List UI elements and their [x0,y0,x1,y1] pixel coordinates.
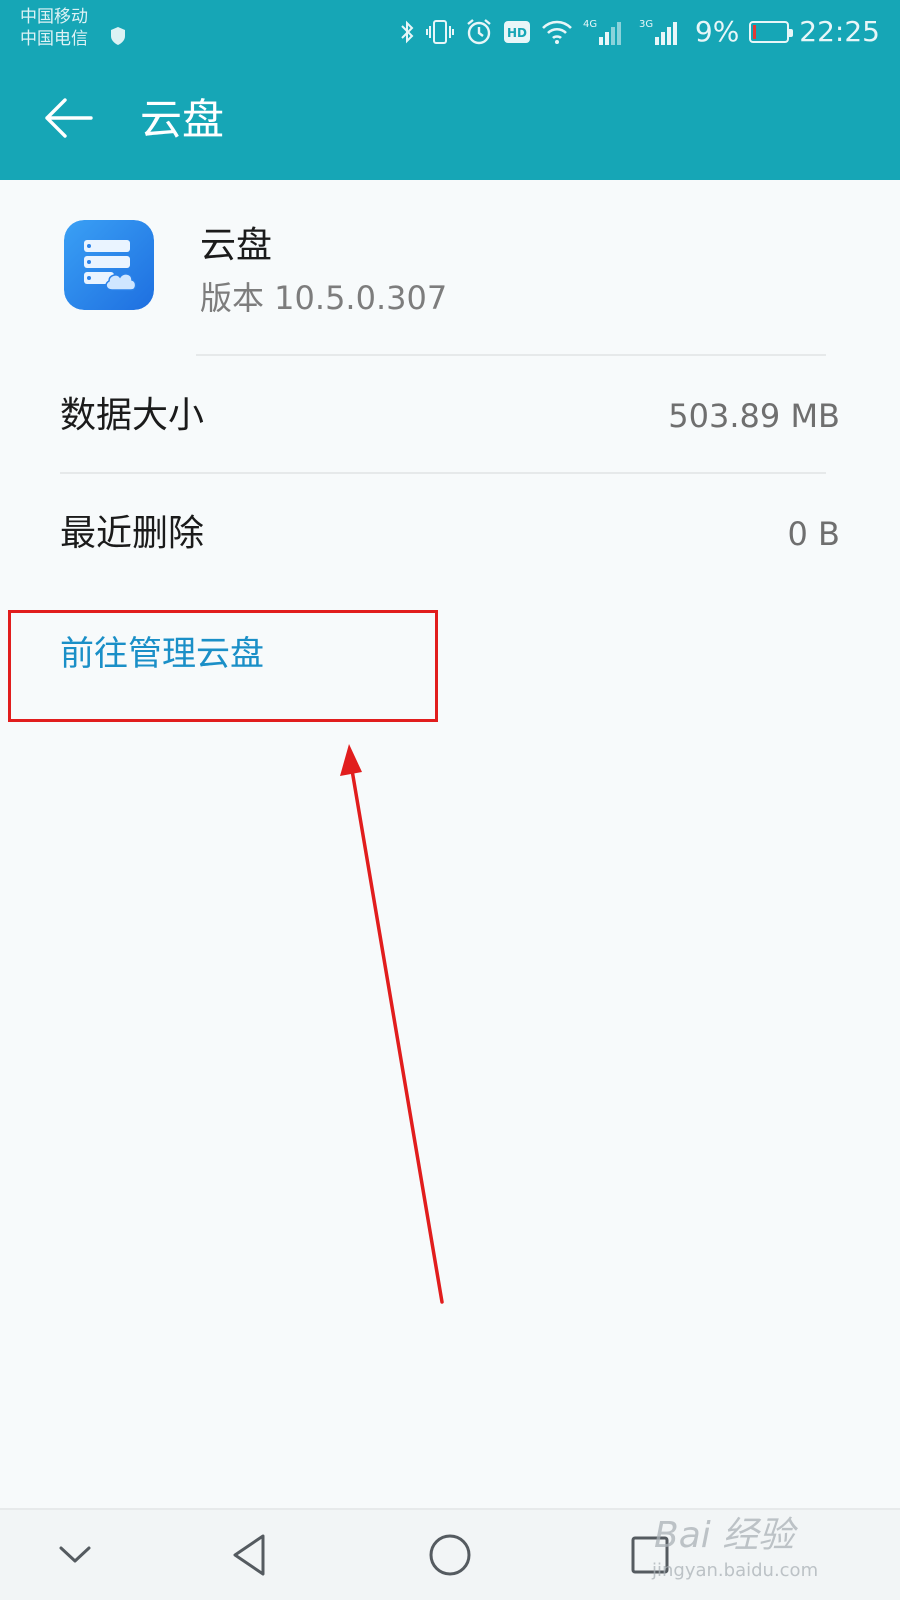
top-header: 中国移动 中国电信 HD 4G 3G 9% 22:25 云盘 [0,0,900,180]
nav-back-button[interactable] [214,1522,284,1592]
circle-home-icon [427,1532,473,1582]
square-recents-icon [629,1534,671,1580]
nav-home-button[interactable] [415,1522,485,1592]
app-info-card: 云盘 版本 10.5.0.307 [0,180,900,360]
battery-level-fill [753,25,757,39]
manage-cloud-drive-link[interactable]: 前往管理云盘 [60,630,264,678]
status-bar-right: HD 4G 3G 9% 22:25 [399,12,880,52]
status-bar-left: 中国移动 中国电信 [20,6,160,62]
system-navigation-bar [0,1508,900,1600]
svg-text:3G: 3G [639,19,653,30]
nav-collapse-button[interactable] [40,1522,110,1592]
recently-deleted-row[interactable]: 最近删除 0 B [0,474,900,592]
signal-3g-icon: 3G [639,17,685,47]
cloud-drive-app-icon [64,220,154,310]
page-title: 云盘 [140,95,225,144]
shield-icon [109,26,127,46]
data-size-row: 数据大小 503.89 MB [0,356,900,474]
app-version: 版本 10.5.0.307 [200,279,448,317]
nav-recents-button[interactable] [615,1522,685,1592]
hd-icon: HD [503,20,531,44]
app-name: 云盘 [200,225,273,266]
bluetooth-icon [399,19,415,45]
battery-percent: 9% [694,15,740,48]
svg-text:HD: HD [507,26,527,40]
carrier-label-1: 中国移动 [20,7,88,27]
battery-icon [749,21,794,43]
back-button[interactable] [40,92,96,148]
alarm-icon [465,18,493,46]
data-size-label: 数据大小 [60,395,205,436]
wifi-icon [541,19,573,45]
recently-deleted-label: 最近删除 [60,513,205,554]
data-size-value: 503.89 MB [668,397,840,435]
carrier-label-2: 中国电信 [20,29,88,49]
signal-4g-icon: 4G [583,17,629,47]
chevron-down-icon [58,1544,92,1570]
triangle-back-icon [229,1532,269,1582]
clock: 22:25 [799,15,880,48]
recently-deleted-value: 0 B [787,515,840,553]
back-arrow-icon [43,96,93,144]
svg-text:4G: 4G [583,19,597,30]
vibrate-icon [425,18,455,46]
